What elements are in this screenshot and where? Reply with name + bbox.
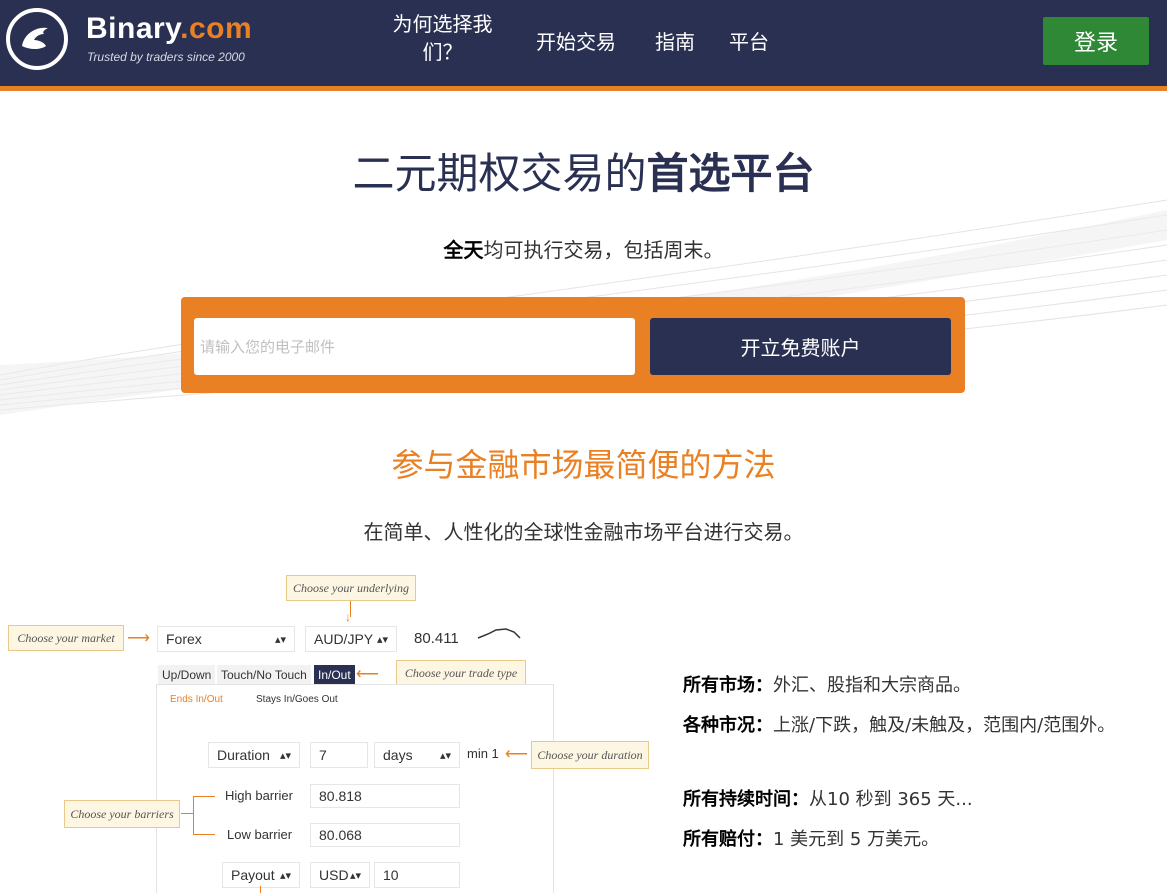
callout-connector: [193, 796, 215, 797]
payout-type-select[interactable]: Payout ▴▾: [222, 862, 300, 888]
select-arrows-icon: ▴▾: [376, 633, 388, 646]
duration-unit-select[interactable]: days ▴▾: [374, 742, 460, 768]
nav-start-trading[interactable]: 开始交易: [536, 26, 616, 55]
duration-type-select[interactable]: Duration ▴▾: [208, 742, 300, 768]
login-button[interactable]: 登录: [1043, 17, 1149, 65]
duration-amount-input[interactable]: 7: [310, 742, 368, 768]
callout-duration: Choose your duration: [531, 741, 649, 769]
high-barrier-input[interactable]: 80.818: [310, 784, 460, 808]
nav-why-choose-us[interactable]: 为何选择我 们？: [375, 10, 510, 66]
arrow-right-icon: ⟶: [127, 630, 150, 647]
brand-tagline: Trusted by traders since 2000: [87, 50, 245, 64]
section-title: 参与金融市场最简便的方法: [391, 446, 776, 484]
callout-connector: [260, 886, 261, 893]
low-barrier-label: Low barrier: [227, 827, 293, 842]
select-arrows-icon: ▴▾: [279, 869, 291, 882]
signup-form: 开立免费账户: [181, 297, 965, 393]
feature-all-durations: 所有持续时间：从10 秒到 365 天...: [683, 789, 973, 810]
tab-in-out[interactable]: In/Out: [314, 665, 355, 685]
spot-price: 80.411: [414, 630, 459, 647]
market-select[interactable]: Forex ▴▾: [157, 626, 295, 652]
brand-name[interactable]: Binary.com: [86, 12, 252, 46]
arrow-left-icon: ⟵: [505, 746, 528, 763]
feature-all-payouts: 所有赔付：1 美元到 5 万美元。: [683, 829, 940, 850]
top-nav-bar: Binary.com Trusted by traders since 2000…: [0, 0, 1167, 86]
hero-title: 二元期权交易的首选平台: [352, 149, 815, 198]
callout-connector: [193, 796, 194, 834]
low-barrier-input[interactable]: 80.068: [310, 823, 460, 847]
select-arrows-icon: ▴▾: [349, 869, 361, 882]
section-subtitle: 在简单、人性化的全球性金融市场平台进行交易。: [363, 520, 804, 544]
arrow-down-icon: ↓: [345, 610, 351, 624]
callout-connector: [193, 834, 215, 835]
select-arrows-icon: ▴▾: [274, 633, 286, 646]
feature-market-conditions: 各种市况：上涨/下跌，触及/未触及，范围内/范围外。: [683, 715, 1116, 736]
nav-guide[interactable]: 指南: [655, 26, 695, 55]
binary-logo-icon[interactable]: [6, 8, 68, 70]
open-free-account-button[interactable]: 开立免费账户: [650, 318, 951, 375]
callout-connector: [181, 813, 193, 814]
header-accent-bar: [0, 86, 1167, 91]
arrow-left-icon: ⟵: [356, 666, 379, 683]
callout-trade-type: Choose your trade type: [396, 660, 526, 686]
duration-min-hint: min 1: [467, 746, 499, 761]
subtab-stays-in-goes-out[interactable]: Stays In/Goes Out: [256, 694, 338, 705]
currency-select[interactable]: USD ▴▾: [310, 862, 370, 888]
subtab-ends-in-out[interactable]: Ends In/Out: [170, 694, 223, 705]
nav-platform[interactable]: 平台: [729, 26, 769, 55]
tab-touch-no-touch[interactable]: Touch/No Touch: [217, 665, 311, 685]
select-arrows-icon: ▴▾: [439, 749, 451, 762]
callout-underlying: Choose your underlying: [286, 575, 416, 601]
underlying-select[interactable]: AUD/JPY ▴▾: [305, 626, 397, 652]
payout-amount-input[interactable]: 10: [374, 862, 460, 888]
hero-subtitle: 全天均可执行交易，包括周末。: [443, 238, 724, 262]
feature-all-markets: 所有市场：外汇、股指和大宗商品。: [683, 675, 971, 696]
high-barrier-label: High barrier: [225, 788, 293, 803]
callout-market: Choose your market: [8, 625, 124, 651]
callout-barriers: Choose your barriers: [64, 800, 180, 828]
tab-up-down[interactable]: Up/Down: [158, 665, 216, 685]
select-arrows-icon: ▴▾: [279, 749, 291, 762]
sparkline-icon: [477, 628, 521, 639]
email-field[interactable]: [194, 318, 635, 375]
